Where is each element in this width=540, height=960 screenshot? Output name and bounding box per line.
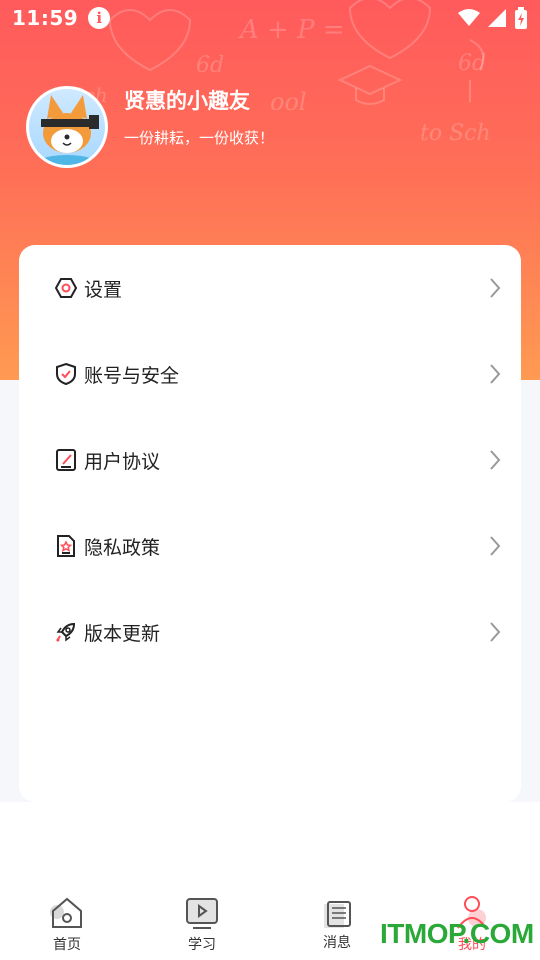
status-time: 11:59 [12,6,79,30]
menu-label: 账号与安全 [84,364,180,387]
svg-text:6d: 6d [458,51,486,76]
watermark: ITMOP.COM [380,918,534,949]
motto: 一份耕耘，一份收获！ [124,128,275,147]
rocket-icon [54,620,78,644]
tab-label: 消息 [323,935,351,951]
svg-text:to Sch: to Sch [420,121,491,146]
menu-label: 设置 [84,278,123,301]
chevron-right-icon [490,622,501,642]
menu-item-user-agreement[interactable]: 用户协议 [19,430,521,490]
privacy-document-icon [54,534,78,558]
tab-messages[interactable]: 消息 [297,880,377,960]
tab-home[interactable]: 首页 [27,880,107,960]
message-list-icon [324,901,351,928]
profile-header: 贤惠的小趣友 一份耕耘，一份收获！ [26,86,274,168]
menu-item-privacy-policy[interactable]: 隐私政策 [19,516,521,576]
tab-label: 首页 [53,937,81,953]
play-screen-icon [186,898,218,929]
menu-label: 版本更新 [84,622,161,645]
svg-text:ool: ool [270,88,307,116]
menu-item-account-security[interactable]: 账号与安全 [19,344,521,404]
home-icon [50,897,82,928]
tab-study[interactable]: 学习 [162,880,242,960]
menu-label: 用户协议 [84,450,161,473]
dog-avatar-icon [41,95,99,165]
info-icon: i [88,7,111,29]
shield-check-icon [54,362,78,386]
nickname: 贤惠的小趣友 [124,88,250,113]
content-bottom-area [0,802,540,880]
wifi-icon [458,9,480,26]
chevron-right-icon [490,364,501,384]
settings-hexagon-icon [54,276,78,300]
settings-card: 设置 账号与安全 用户协议 隐私政策 版本更新 [19,245,521,802]
svg-text:6d: 6d [196,53,224,78]
chevron-right-icon [490,278,501,298]
chevron-right-icon [490,536,501,556]
menu-item-settings[interactable]: 设置 [19,258,521,318]
avatar[interactable] [26,86,108,168]
menu-label: 隐私政策 [84,536,161,559]
battery-icon [515,7,527,29]
status-bar: 11:59 i [0,0,540,36]
chevron-right-icon [490,450,501,470]
document-edit-icon [54,448,78,472]
tab-label: 学习 [188,937,216,953]
menu-item-version-update[interactable]: 版本更新 [19,602,521,662]
signal-icon [488,9,506,27]
